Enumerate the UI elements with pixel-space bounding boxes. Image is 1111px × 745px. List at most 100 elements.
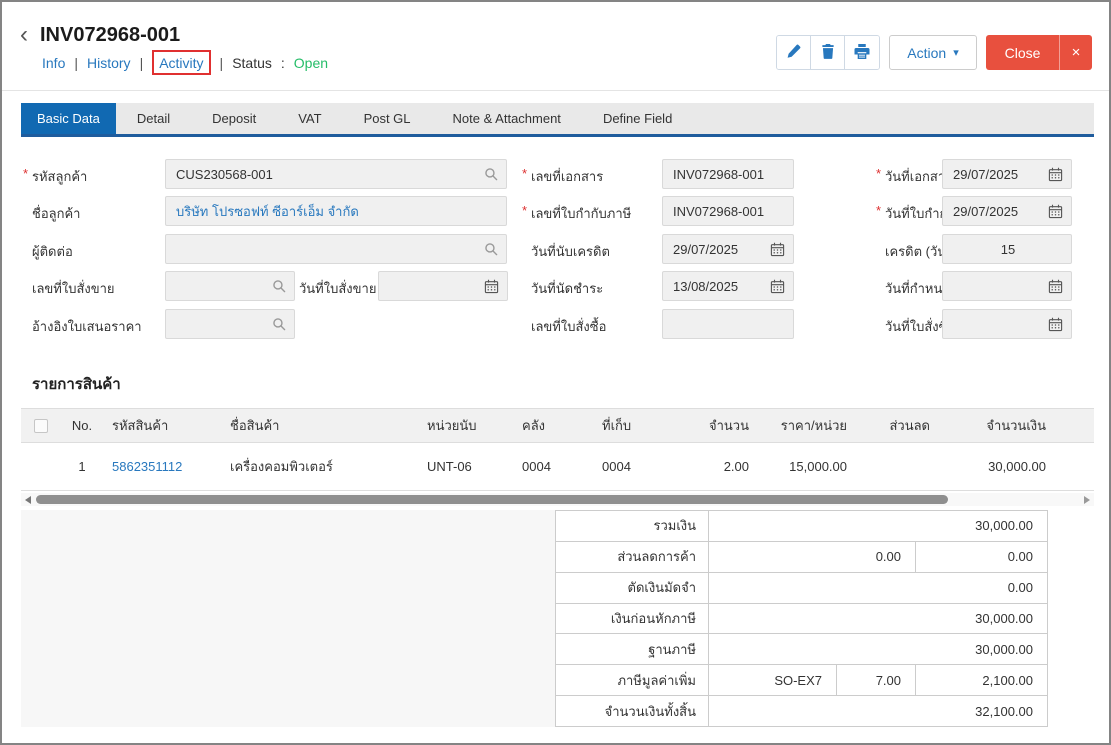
status-label: Status bbox=[232, 55, 272, 71]
credit-count-date-input[interactable]: 29/07/2025 bbox=[662, 234, 794, 264]
customer-name-input[interactable]: บริษัท โปรซอฟท์ ซีอาร์เอ็ม จำกัด bbox=[165, 196, 507, 226]
customer-code-label: *รหัสลูกค้า bbox=[32, 166, 87, 187]
summary-value: 30,000.00 bbox=[709, 511, 1047, 541]
invoice-page: ‹ INV072968-001 Info | History | Activit… bbox=[0, 0, 1111, 745]
separator: | bbox=[220, 55, 224, 71]
summary-label: รวมเงิน bbox=[556, 511, 709, 541]
doc-no-input[interactable]: INV072968-001 bbox=[662, 159, 794, 189]
trade-discount-input[interactable]: 0.00 bbox=[709, 542, 916, 572]
calendar-icon[interactable] bbox=[1048, 317, 1063, 332]
calendar-icon[interactable] bbox=[1048, 204, 1063, 219]
vat-code[interactable]: SO-EX7 bbox=[709, 665, 837, 695]
summary-label: จำนวนเงินทั้งสิ้น bbox=[556, 696, 709, 726]
tab-note-attachment[interactable]: Note & Attachment bbox=[432, 103, 582, 134]
doc-date-input[interactable]: 29/07/2025 bbox=[942, 159, 1072, 189]
col-header-warehouse: คลัง bbox=[522, 415, 602, 436]
product-table-header: No. รหัสสินค้า ชื่อสินค้า หน่วยนับ คลัง … bbox=[21, 408, 1094, 443]
separator: | bbox=[140, 55, 144, 71]
calendar-icon[interactable] bbox=[1048, 279, 1063, 294]
required-marker: * bbox=[876, 166, 881, 181]
sales-order-no-input[interactable] bbox=[165, 271, 295, 301]
close-button[interactable]: Close × bbox=[986, 35, 1092, 70]
col-header-product-name: ชื่อสินค้า bbox=[230, 415, 427, 436]
po-date-input[interactable] bbox=[942, 309, 1072, 339]
activity-link[interactable]: Activity bbox=[159, 55, 203, 71]
col-header-qty: จำนวน bbox=[692, 415, 749, 436]
sales-order-date-label: วันที่ใบสั่งขาย bbox=[299, 278, 376, 299]
status-badge: Open bbox=[294, 55, 328, 71]
search-icon[interactable] bbox=[484, 167, 498, 181]
tab-basic-data[interactable]: Basic Data bbox=[21, 103, 116, 134]
credit-days-input[interactable]: 15 bbox=[942, 234, 1072, 264]
row-product-name: เครื่องคอมพิวเตอร์ bbox=[230, 456, 427, 477]
summary-label: ฐานภาษี bbox=[556, 634, 709, 664]
row-unit: UNT-06 bbox=[427, 459, 522, 474]
edit-button[interactable] bbox=[777, 36, 811, 69]
tab-vat[interactable]: VAT bbox=[277, 103, 342, 134]
action-dropdown-button[interactable]: Action ▾ bbox=[889, 35, 977, 70]
required-marker: * bbox=[876, 203, 881, 218]
status-colon: : bbox=[281, 55, 285, 71]
calendar-icon[interactable] bbox=[484, 279, 499, 294]
quotation-ref-input[interactable] bbox=[165, 309, 295, 339]
print-button[interactable] bbox=[845, 36, 879, 69]
select-all-checkbox[interactable] bbox=[34, 419, 48, 433]
sales-order-no-label: เลขที่ใบสั่งขาย bbox=[32, 278, 115, 299]
summary-row-grand-total: จำนวนเงินทั้งสิ้น 32,100.00 bbox=[556, 696, 1047, 727]
col-header-product-code: รหัสสินค้า bbox=[103, 415, 230, 436]
header: ‹ INV072968-001 Info | History | Activit… bbox=[2, 2, 1109, 91]
separator: | bbox=[74, 55, 78, 71]
customer-name-label: ชื่อลูกค้า bbox=[32, 203, 80, 224]
credit-count-date-label: วันที่นับเครดิต bbox=[531, 241, 610, 262]
row-unit-price: 15,000.00 bbox=[749, 459, 847, 474]
delete-button[interactable] bbox=[811, 36, 845, 69]
horizontal-scrollbar[interactable] bbox=[21, 493, 1094, 506]
tax-invoice-no-input[interactable]: INV072968-001 bbox=[662, 196, 794, 226]
summary-table: รวมเงิน 30,000.00 ส่วนลดการค้า 0.00 0.00… bbox=[555, 510, 1048, 727]
required-marker: * bbox=[522, 166, 527, 181]
row-location: 0004 bbox=[602, 459, 692, 474]
col-header-unit-price: ราคา/หน่วย bbox=[749, 415, 847, 436]
col-header-unit: หน่วยนับ bbox=[427, 415, 522, 436]
payment-due-date-input[interactable]: 13/08/2025 bbox=[662, 271, 794, 301]
scroll-right-icon[interactable] bbox=[1084, 496, 1090, 504]
search-icon[interactable] bbox=[272, 279, 286, 293]
page-title: INV072968-001 bbox=[40, 24, 180, 47]
delivery-date-input[interactable] bbox=[942, 271, 1072, 301]
col-header-no: No. bbox=[61, 418, 103, 433]
history-link[interactable]: History bbox=[87, 55, 131, 71]
customer-code-input[interactable]: CUS230568-001 bbox=[165, 159, 507, 189]
payment-due-date-label: วันที่นัดชำระ bbox=[531, 278, 603, 299]
product-code-link[interactable]: 5862351112 bbox=[112, 459, 182, 474]
tab-define-field[interactable]: Define Field bbox=[582, 103, 693, 134]
summary-label: ภาษีมูลค่าเพิ่ม bbox=[556, 665, 709, 695]
printer-icon bbox=[854, 44, 870, 62]
back-button[interactable]: ‹ bbox=[20, 23, 28, 47]
sales-order-date-input[interactable] bbox=[378, 271, 508, 301]
calendar-icon[interactable] bbox=[1048, 167, 1063, 182]
calendar-icon[interactable] bbox=[770, 279, 785, 294]
credit-days-label: เครดิต (วัน) bbox=[885, 241, 950, 262]
search-icon[interactable] bbox=[272, 317, 286, 331]
action-label: Action bbox=[907, 45, 946, 61]
scrollbar-thumb[interactable] bbox=[36, 495, 948, 504]
summary-row-before-tax: เงินก่อนหักภาษี 30,000.00 bbox=[556, 604, 1047, 635]
calendar-icon[interactable] bbox=[770, 242, 785, 257]
tax-invoice-date-input[interactable]: 29/07/2025 bbox=[942, 196, 1072, 226]
summary-row-deposit-deduction: ตัดเงินมัดจำ 0.00 bbox=[556, 573, 1047, 604]
contact-input[interactable] bbox=[165, 234, 507, 264]
scroll-left-icon[interactable] bbox=[25, 496, 31, 504]
info-link[interactable]: Info bbox=[42, 55, 65, 71]
summary-row-vat: ภาษีมูลค่าเพิ่ม SO-EX7 7.00 2,100.00 bbox=[556, 665, 1047, 696]
po-no-input[interactable] bbox=[662, 309, 794, 339]
summary-row-trade-discount: ส่วนลดการค้า 0.00 0.00 bbox=[556, 542, 1047, 573]
tab-deposit[interactable]: Deposit bbox=[191, 103, 277, 134]
col-header-discount: ส่วนลด bbox=[847, 415, 930, 436]
toolbar: Action ▾ Close × bbox=[776, 35, 1092, 70]
close-x-icon[interactable]: × bbox=[1059, 35, 1092, 70]
search-icon[interactable] bbox=[484, 242, 498, 256]
tab-post-gl[interactable]: Post GL bbox=[343, 103, 432, 134]
tab-bar: Basic Data Detail Deposit VAT Post GL No… bbox=[21, 103, 1094, 137]
tab-detail[interactable]: Detail bbox=[116, 103, 191, 134]
table-row[interactable]: 1 5862351112 เครื่องคอมพิวเตอร์ UNT-06 0… bbox=[21, 443, 1094, 491]
